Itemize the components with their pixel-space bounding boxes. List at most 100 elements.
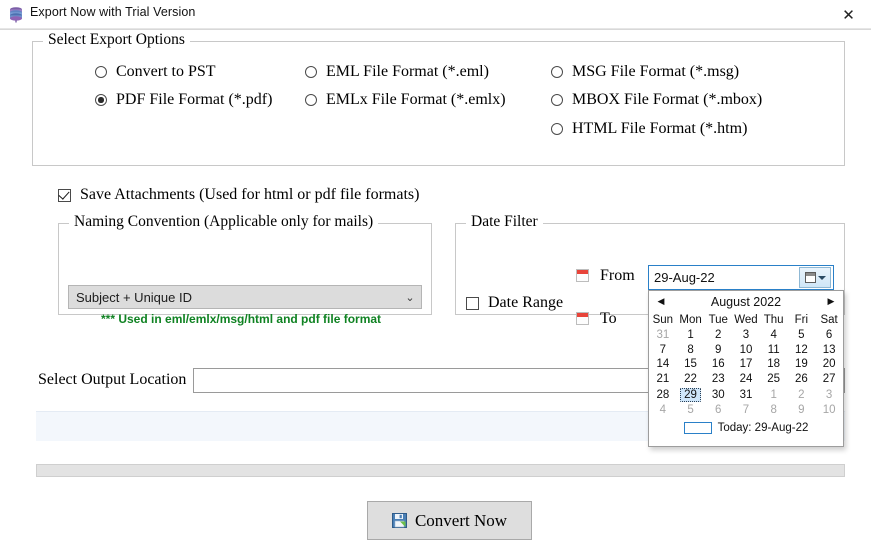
naming-convention-select[interactable]: Subject + Unique ID ⌄ (68, 285, 422, 309)
database-stack-icon (8, 6, 25, 23)
radio-icon (305, 94, 317, 106)
calendar-day-cell[interactable]: 22 (677, 372, 705, 387)
date-filter-legend: Date Filter (466, 213, 543, 231)
calendar-week-row: 21 22 23 24 25 26 27 (649, 372, 843, 387)
calendar-day-cell[interactable]: 5 (788, 328, 816, 343)
radio-convert-to-pst[interactable]: Convert to PST (95, 63, 216, 81)
calendar-body: 31 1 2 3 4 5 6 7 8 9 10 11 12 13 14 15 16 17 18 19 20 21 22 23 2… (649, 328, 843, 418)
title-bar: Export Now with Trial Version ✕ (0, 0, 871, 29)
calendar-day-cell[interactable]: 20 (815, 357, 843, 372)
calendar-day-cell[interactable]: 27 (815, 372, 843, 387)
calendar-day-cell[interactable]: 29 (677, 386, 705, 403)
weekday-label: Sat (820, 314, 838, 326)
today-swatch (683, 421, 712, 434)
date-range-checkbox[interactable]: Date Range (466, 294, 563, 312)
radio-eml-file-format[interactable]: EML File Format (*.eml) (305, 63, 489, 81)
radio-html-file-format[interactable]: HTML File Format (*.htm) (551, 120, 747, 138)
calendar-day-cell[interactable]: 9 (788, 403, 816, 418)
calendar-day-cell[interactable]: 2 (788, 386, 816, 403)
date-from-input[interactable]: 29-Aug-22 (648, 265, 834, 290)
calendar-icon (804, 272, 816, 283)
calendar-day-cell[interactable]: 23 (704, 372, 732, 387)
calendar-day-cell[interactable]: 4 (649, 403, 677, 418)
calendar-day-cell[interactable]: 10 (815, 403, 843, 418)
radio-label: PDF File Format (*.pdf) (116, 91, 273, 108)
convert-now-button[interactable]: Convert Now (367, 501, 532, 540)
save-attachments-checkbox[interactable]: Save Attachments (Used for html or pdf f… (58, 186, 419, 204)
window-title: Export Now with Trial Version (30, 5, 196, 19)
radio-mbox-file-format[interactable]: MBOX File Format (*.mbox) (551, 91, 762, 109)
radio-label: MSG File Format (*.msg) (572, 63, 740, 80)
calendar-day-cell[interactable]: 13 (815, 343, 843, 358)
radio-icon (551, 94, 563, 106)
radio-pdf-file-format[interactable]: PDF File Format (*.pdf) (95, 91, 272, 109)
calendar-day-cell[interactable]: 28 (649, 386, 677, 403)
radio-label: MBOX File Format (*.mbox) (572, 91, 763, 108)
calendar-day-cell[interactable]: 7 (649, 343, 677, 358)
calendar-day-cell[interactable]: 31 (649, 328, 677, 343)
calendar-day-cell[interactable]: 2 (704, 328, 732, 343)
calendar-month-title: August 2022 (710, 295, 782, 309)
close-icon[interactable]: ✕ (826, 0, 871, 29)
save-attachments-label: Save Attachments (Used for html or pdf f… (80, 186, 420, 203)
calendar-day-cell[interactable]: 21 (649, 372, 677, 387)
save-disk-icon (391, 513, 407, 528)
weekday-label: Sun (652, 314, 674, 326)
calendar-day-selected: 29 (680, 387, 701, 402)
calendar-day-cell[interactable]: 10 (732, 343, 760, 358)
export-options-group: Select Export Options Convert to PST PDF… (32, 31, 845, 166)
calendar-day-cell[interactable]: 30 (704, 386, 732, 403)
calendar-day-cell[interactable]: 1 (677, 328, 705, 343)
calendar-icon-from (576, 269, 589, 282)
calendar-day-cell[interactable]: 19 (788, 357, 816, 372)
radio-icon (551, 66, 563, 78)
calendar-weekday-row: Sun Mon Tue Wed Thu Fri Sat (649, 313, 843, 328)
weekday-label: Tue (708, 314, 728, 326)
calendar-day-cell[interactable]: 26 (788, 372, 816, 387)
calendar-day-cell[interactable]: 18 (760, 357, 788, 372)
calendar-grid: Sun Mon Tue Wed Thu Fri Sat 31 1 2 3 4 5 6 7 8 9 1… (649, 313, 843, 418)
calendar-day-cell[interactable]: 6 (704, 403, 732, 418)
calendar-week-row: 7 8 9 10 11 12 13 (649, 343, 843, 358)
calendar-header: ◀ August 2022 ▶ (649, 291, 843, 313)
to-label: To (600, 310, 617, 327)
export-options-legend: Select Export Options (43, 31, 190, 49)
calendar-popup[interactable]: ◀ August 2022 ▶ Sun Mon Tue Wed Thu Fri … (648, 290, 844, 447)
next-month-icon[interactable]: ▶ (824, 296, 838, 307)
progress-bar (36, 464, 845, 477)
calendar-day-cell[interactable]: 16 (704, 357, 732, 372)
calendar-day-cell[interactable]: 4 (760, 328, 788, 343)
calendar-week-row: 31 1 2 3 4 5 6 (649, 328, 843, 343)
calendar-day-cell[interactable]: 15 (677, 357, 705, 372)
date-picker-button[interactable] (799, 267, 831, 288)
calendar-day-cell[interactable]: 9 (704, 343, 732, 358)
date-from-value: 29-Aug-22 (654, 270, 715, 285)
calendar-day-cell[interactable]: 25 (760, 372, 788, 387)
calendar-day-cell[interactable]: 17 (732, 357, 760, 372)
calendar-day-cell[interactable]: 12 (788, 343, 816, 358)
radio-msg-file-format[interactable]: MSG File Format (*.msg) (551, 63, 739, 81)
today-label[interactable]: Today: 29-Aug-22 (718, 422, 809, 434)
weekday-label: Mon (679, 314, 702, 326)
calendar-day-cell[interactable]: 31 (732, 386, 760, 403)
calendar-day-cell[interactable]: 3 (815, 386, 843, 403)
convert-now-label: Convert Now (414, 510, 508, 530)
calendar-day-cell[interactable]: 24 (732, 372, 760, 387)
radio-icon (305, 66, 317, 78)
radio-icon (551, 123, 563, 135)
checkbox-icon (466, 296, 479, 310)
calendar-day-cell[interactable]: 3 (732, 328, 760, 343)
calendar-day-cell[interactable]: 14 (649, 357, 677, 372)
radio-emlx-file-format[interactable]: EMLx File Format (*.emlx) (305, 91, 506, 109)
calendar-day-cell[interactable]: 7 (732, 403, 760, 418)
calendar-day-cell[interactable]: 1 (760, 386, 788, 403)
from-label: From (600, 267, 635, 284)
calendar-footer: Today: 29-Aug-22 (649, 418, 843, 438)
calendar-day-cell[interactable]: 5 (677, 403, 705, 418)
radio-label: EMLx File Format (*.emlx) (326, 91, 506, 108)
calendar-day-cell[interactable]: 8 (760, 403, 788, 418)
radio-label: Convert to PST (116, 63, 216, 80)
calendar-day-cell[interactable]: 8 (677, 343, 705, 358)
calendar-day-cell[interactable]: 6 (815, 328, 843, 343)
calendar-day-cell[interactable]: 11 (760, 343, 788, 358)
